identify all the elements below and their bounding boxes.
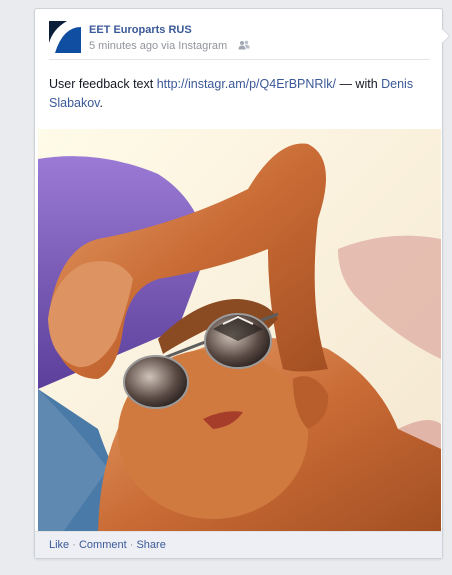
feed-story: EET Europarts RUS 5 minutes ago via Inst… [34, 8, 450, 559]
like-link[interactable]: Like [49, 539, 69, 551]
friends-icon[interactable] [238, 40, 250, 50]
story-message: User feedback text http://instagr.am/p/Q… [49, 75, 426, 113]
action-separator: · [129, 539, 134, 551]
story-header: EET Europarts RUS 5 minutes ago via Inst… [49, 21, 430, 60]
eet-logo-icon [49, 21, 81, 53]
with-prefix: — with [339, 77, 378, 91]
action-separator: · [72, 539, 76, 551]
timestamp[interactable]: 5 minutes ago [89, 40, 158, 52]
story-actions: Like · Comment · Share [49, 539, 166, 551]
beach-photo-image [38, 129, 441, 539]
story-photo[interactable] [38, 129, 441, 539]
instagram-link[interactable]: http://instagr.am/p/Q4ErBPNRlk/ [157, 77, 336, 91]
story-meta: 5 minutes ago via Instagram [89, 40, 250, 52]
page-avatar[interactable] [49, 21, 81, 53]
via-prefix: via [161, 40, 176, 52]
message-end: . [99, 96, 103, 110]
story-footer: Like · Comment · Share [35, 531, 442, 558]
source-app[interactable]: Instagram [178, 40, 227, 52]
message-text: User feedback text [49, 77, 154, 91]
author-name[interactable]: EET Europarts RUS [89, 24, 192, 36]
share-link[interactable]: Share [136, 539, 165, 551]
comment-link[interactable]: Comment [79, 539, 127, 551]
